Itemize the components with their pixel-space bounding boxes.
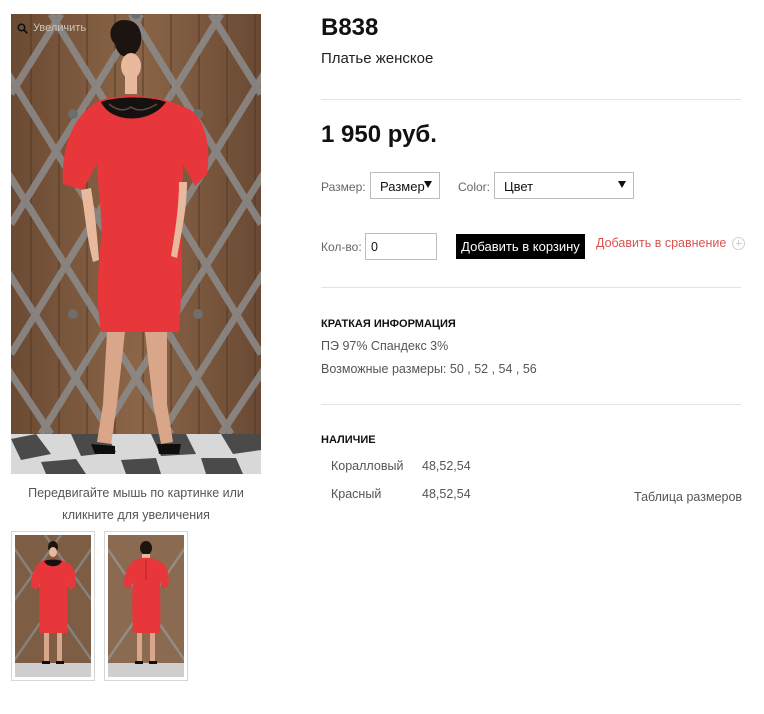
- divider: [321, 99, 741, 100]
- size-select[interactable]: Размер: [370, 172, 440, 199]
- add-to-cart-button[interactable]: Добавить в корзину: [456, 234, 585, 259]
- size-select-value: Размер: [380, 179, 425, 194]
- available-sizes-text: Возможные размеры: 50 , 52 , 54 , 56: [321, 362, 537, 376]
- chevron-down-icon: [618, 181, 626, 188]
- chevron-down-icon: [424, 181, 432, 188]
- quantity-input[interactable]: [365, 233, 437, 260]
- product-sku: B838: [321, 14, 379, 41]
- quantity-label: Кол-во:: [321, 240, 362, 254]
- size-label: Размер:: [321, 180, 366, 194]
- color-select-value: Цвет: [504, 179, 534, 194]
- color-select[interactable]: Цвет: [494, 172, 634, 199]
- product-name: Платье женское: [321, 50, 434, 67]
- main-product-image[interactable]: [11, 14, 261, 474]
- caption-line-2: кликните для увеличения: [62, 508, 210, 522]
- zoom-hint-text: Увеличить: [33, 22, 87, 34]
- short-info-heading: КРАТКАЯ ИНФОРМАЦИЯ: [321, 318, 456, 330]
- availability-color: Коралловый: [331, 459, 404, 473]
- thumbnail-back[interactable]: [104, 531, 188, 681]
- availability-sizes: 48,52,54: [422, 487, 471, 501]
- availability-color: Красный: [331, 487, 382, 501]
- availability-heading: НАЛИЧИЕ: [321, 434, 376, 446]
- add-to-compare-label: Добавить в сравнение: [596, 236, 727, 250]
- availability-sizes: 48,52,54: [422, 459, 471, 473]
- composition-text: ПЭ 97% Спандекс 3%: [321, 339, 449, 353]
- thumbnail-front[interactable]: [11, 531, 95, 681]
- plus-circle-icon: [732, 236, 746, 250]
- magnifier-icon: [17, 22, 28, 34]
- divider: [321, 404, 741, 405]
- zoom-hint: Увеличить: [17, 22, 86, 34]
- product-price: 1 950 руб.: [321, 121, 437, 148]
- image-caption: Передвигайте мышь по картинке или кликни…: [11, 482, 261, 526]
- color-label: Color:: [458, 180, 491, 194]
- divider: [321, 287, 741, 288]
- caption-line-1: Передвигайте мышь по картинке или: [28, 486, 244, 500]
- size-table-link[interactable]: Таблица размеров: [634, 490, 742, 504]
- add-to-compare-link[interactable]: Добавить в сравнение: [596, 236, 746, 250]
